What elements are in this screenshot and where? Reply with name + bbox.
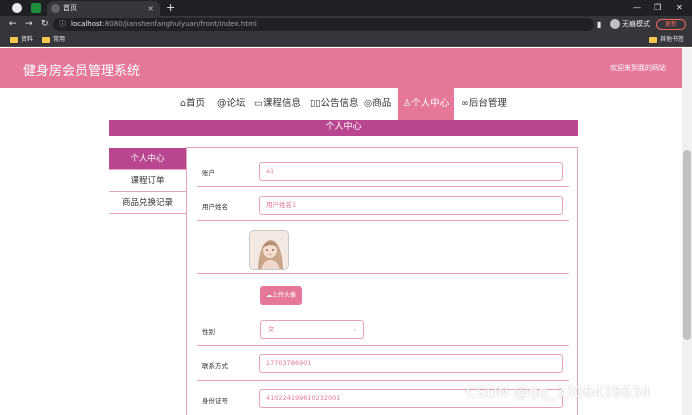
username-field[interactable]: 用户姓名1 [259, 196, 563, 215]
account-label: 账户 [202, 169, 215, 177]
avatar [249, 230, 289, 270]
address-bar[interactable]: ⓘ localhost:8080/jianshenfanghuiyuan/fro… [53, 18, 637, 31]
browser-app-icon[interactable] [12, 3, 22, 13]
side-menu-item-exchange-records[interactable]: 商品兑换记录 [109, 192, 186, 214]
account-field[interactable]: a1 [259, 162, 563, 181]
user-icon: ♙ [402, 98, 412, 109]
side-menu: 个人中心 课程订单 商品兑换记录 [109, 148, 186, 214]
nav-item-label: 课程信息 [262, 98, 301, 109]
bookmark-label: 常用 [53, 36, 66, 43]
incognito-label: 无痕模式 [622, 20, 650, 28]
course-icon: ▭ [254, 98, 263, 109]
bookmark-folder-changyong[interactable]: 常用 [42, 35, 65, 45]
nav-item-label: 公告信息 [320, 98, 359, 109]
nav-item-label: 商品 [372, 98, 392, 109]
bookmarks-bar: 资料 常用 其他书签 [0, 33, 692, 47]
gender-value: 女 [268, 325, 275, 333]
nav-item-admin[interactable]: ∞后台管理 [461, 88, 507, 120]
other-bookmarks-folder[interactable]: 其他书签 [649, 35, 684, 45]
tab-active[interactable]: 首页 × [47, 1, 160, 16]
tab-close-icon[interactable]: × [147, 1, 154, 16]
tab-title: 首页 [63, 4, 77, 12]
bookmark-folder-ziliao[interactable]: 资料 [10, 35, 33, 45]
folder-icon [10, 37, 18, 43]
nav-item-label: 后台管理 [468, 98, 507, 109]
nav-item-notices[interactable]: ▯▯公告信息 [310, 88, 358, 120]
link-icon: ∞ [461, 98, 469, 109]
nav-item-personal-center[interactable]: ♙个人中心 [398, 88, 454, 120]
close-window-icon[interactable]: ✕ [676, 0, 683, 15]
restore-icon[interactable]: ❐ [654, 0, 661, 15]
url-path: :8080/jianshenfanghuiyuan/front/index.ht… [102, 20, 257, 28]
browser-tab-strip: 首页 × + — ❐ ✕ [0, 0, 692, 16]
panel-title: 个人中心 [109, 120, 578, 136]
username-label: 用户姓名 [202, 203, 228, 211]
browser-toolbar: ← → ↻ ⓘ localhost:8080/jianshenfanghuiyu… [0, 16, 692, 33]
nav-item-label: 个人中心 [411, 98, 450, 109]
nav-item-forum[interactable]: @论坛 [217, 88, 246, 120]
side-menu-item-course-orders[interactable]: 课程订单 [109, 170, 186, 192]
scrollbar-thumb[interactable] [683, 150, 691, 340]
incognito-indicator[interactable]: 无痕模式 [610, 19, 650, 29]
forward-icon[interactable]: → [25, 17, 33, 32]
nav-item-products[interactable]: ◎商品 [364, 88, 391, 120]
chevron-down-icon: ⌄ [352, 325, 358, 333]
upload-button-label: 上传头像 [271, 292, 296, 299]
csdn-watermark: CSDN @qq_3306428634 [466, 383, 651, 401]
site-title: 健身房会员管理系统 [23, 64, 141, 79]
page-viewport: 健身房会员管理系统 欢迎来到我的网站 ⌂首页 @论坛 ▭课程信息 ▯▯公告信息 … [0, 48, 682, 415]
nav-item-home[interactable]: ⌂首页 [180, 88, 205, 120]
form-row-gender: 性别 [197, 311, 569, 346]
site-header: 健身房会员管理系统 欢迎来到我的网站 [0, 48, 682, 88]
minimize-icon[interactable]: — [633, 0, 641, 15]
incognito-avatar-icon [610, 19, 620, 29]
forum-icon: @ [217, 98, 227, 109]
welcome-text: 欢迎来到我的网站 [610, 64, 666, 72]
notice-icon: ▯▯ [310, 98, 321, 109]
upload-avatar-button[interactable]: ☁上传头像 [260, 286, 302, 305]
gender-label: 性别 [202, 328, 215, 336]
id-number-label: 身份证号 [202, 397, 228, 405]
contact-field[interactable]: 17703786901 [259, 354, 563, 373]
site-info-icon[interactable]: ⓘ [59, 18, 66, 31]
pinned-tab-icon[interactable] [31, 3, 41, 13]
bookmark-label: 其他书签 [660, 36, 685, 43]
folder-icon [42, 37, 50, 43]
form-row-account: 账户 a1 [197, 148, 569, 187]
update-button[interactable]: 更新 [656, 19, 686, 30]
tab-favicon-icon [51, 4, 60, 13]
form-row-username: 用户姓名 用户姓名1 [197, 187, 569, 221]
folder-icon [649, 37, 657, 43]
profile-form: 账户 a1 用户姓名 用户姓名1 ☁上传头像 性别 女 ⌄ 联系方式 17703… [186, 147, 578, 415]
nav-item-courses[interactable]: ▭课程信息 [254, 88, 301, 120]
main-nav: ⌂首页 @论坛 ▭课程信息 ▯▯公告信息 ◎商品 ♙个人中心 ∞后台管理 [0, 88, 682, 120]
bookmark-label: 资料 [21, 36, 34, 43]
side-menu-item-personal-center[interactable]: 个人中心 [109, 148, 186, 170]
avatar-image [250, 231, 288, 269]
gender-select[interactable]: 女 ⌄ [260, 320, 364, 339]
nav-item-label: 论坛 [226, 98, 246, 109]
form-row-contact: 联系方式 17703786901 [197, 346, 569, 381]
back-icon[interactable]: ← [9, 17, 17, 32]
url-host: localhost [71, 20, 103, 28]
nav-item-label: 首页 [186, 98, 206, 109]
reload-icon[interactable]: ↻ [41, 17, 49, 32]
sidebar-panel-icon[interactable]: ▮ [597, 17, 601, 32]
contact-label: 联系方式 [202, 362, 228, 370]
new-tab-button[interactable]: + [166, 0, 175, 15]
